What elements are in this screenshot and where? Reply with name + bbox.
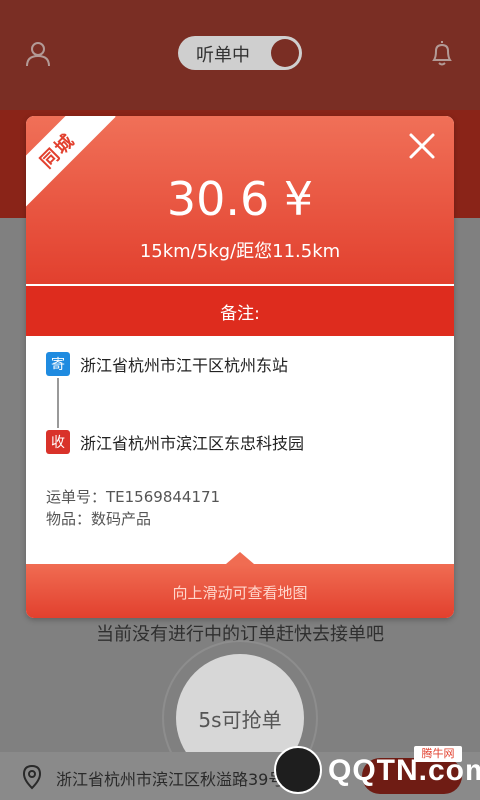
order-popup[interactable]: 同城 30.6 ¥ 15km/5kg/距您11.5km 备注: 寄 浙江省杭州市…: [26, 116, 454, 618]
goods-type: 物品：数码产品: [46, 510, 152, 528]
close-icon[interactable]: [408, 132, 436, 160]
order-summary: 15km/5kg/距您11.5km: [139, 241, 341, 262]
sender-row: 寄 浙江省杭州市江干区杭州东站: [46, 352, 288, 376]
current-location-text: 浙江省杭州市滨江区秋溢路39号: [56, 770, 285, 789]
sender-badge: 寄: [46, 352, 70, 376]
swipe-up-bar[interactable]: 向上滑动可查看地图: [26, 552, 454, 618]
note-label: 备注:: [220, 303, 260, 324]
same-city-tag: 同城: [36, 129, 80, 173]
sender-address: 浙江省杭州市江干区杭州东站: [80, 356, 289, 375]
watermark-tag: 腾牛网: [414, 746, 462, 762]
notification-bell-icon[interactable]: [428, 38, 456, 68]
grab-order-label: 5s可抢单: [198, 707, 282, 732]
listening-toggle[interactable]: 听单中: [178, 36, 302, 70]
watermark-circle: [274, 746, 322, 794]
watermark-logo: QQTN.com 腾牛网: [274, 746, 480, 800]
location-pin-icon: [22, 764, 42, 790]
swipe-hint: 向上滑动可查看地图: [172, 584, 308, 602]
swipe-up-arrow-icon: [226, 552, 254, 564]
note-bar: 备注:: [26, 286, 454, 336]
user-profile-icon[interactable]: [24, 40, 52, 68]
listening-label: 听单中: [196, 45, 250, 66]
receiver-address: 浙江省杭州市滨江区东忠科技园: [80, 434, 305, 453]
order-price: 30.6 ¥: [166, 172, 314, 226]
app-header: 听单中: [0, 0, 480, 110]
order-header: 同城 30.6 ¥ 15km/5kg/距您11.5km: [26, 116, 454, 284]
receiver-row: 收 浙江省杭州市滨江区东忠科技园: [46, 430, 304, 454]
receiver-badge: 收: [46, 430, 70, 454]
route-connector: [57, 378, 59, 428]
order-details: 寄 浙江省杭州市江干区杭州东站 收 浙江省杭州市滨江区东忠科技园 运单号：TE1…: [26, 336, 454, 564]
toggle-knob: [271, 39, 299, 67]
waybill-number: 运单号：TE1569844171: [46, 488, 221, 506]
